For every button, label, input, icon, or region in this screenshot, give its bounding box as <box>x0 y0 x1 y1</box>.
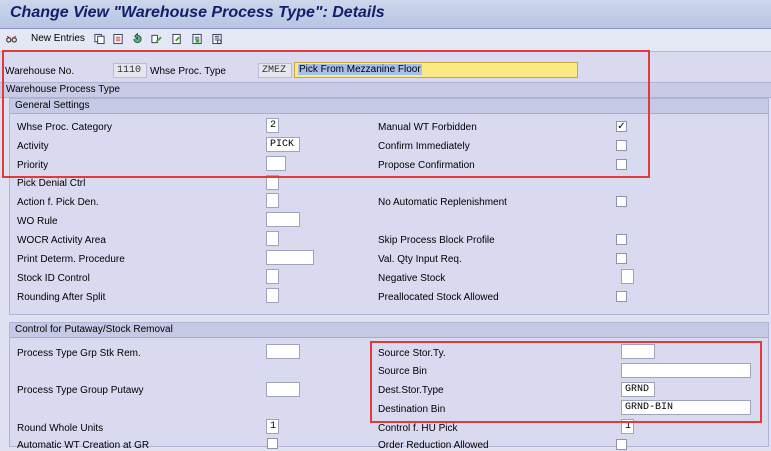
prev-entry-icon <box>172 33 181 45</box>
delete-icon <box>113 33 123 45</box>
wo-rule-label: WO Rule <box>17 216 58 227</box>
action-pick-den-field[interactable] <box>266 193 279 208</box>
auto-wt-checkbox[interactable] <box>267 438 278 449</box>
round-whole-label: Round Whole Units <box>17 423 104 434</box>
order-red-checkbox[interactable] <box>616 439 627 450</box>
order-red-label: Order Reduction Allowed <box>378 440 489 451</box>
stock-id-label: Stock ID Control <box>17 273 90 284</box>
stock-id-field[interactable] <box>266 269 279 284</box>
print-field[interactable] <box>266 250 314 265</box>
detail-icon <box>212 33 222 45</box>
transport-button[interactable] <box>151 33 162 45</box>
copy-button[interactable] <box>94 33 105 45</box>
grp-stk-rem-label: Process Type Grp Stk Rem. <box>17 348 141 359</box>
val-qty-checkbox[interactable] <box>616 253 627 264</box>
round-whole-field[interactable]: 1 <box>266 419 279 434</box>
new-entries-button[interactable]: New Entries <box>31 33 85 44</box>
page-title: Change View "Warehouse Process Type": De… <box>10 4 385 21</box>
highlight-box-header <box>2 50 650 178</box>
control-title: Control for Putaway/Stock Removal <box>15 324 173 335</box>
prev-entry-button[interactable] <box>172 33 183 45</box>
pick-denial-label: Pick Denial Ctrl <box>17 178 86 189</box>
wo-rule-field[interactable] <box>266 212 300 227</box>
val-qty-label: Val. Qty Input Req. <box>378 254 462 265</box>
application-toolbar: New Entries <box>0 29 771 52</box>
grp-putaway-label: Process Type Group Putawy <box>17 385 144 396</box>
new-entries-label: New Entries <box>31 33 85 44</box>
skip-block-label: Skip Process Block Profile <box>378 235 495 246</box>
undo-icon <box>133 33 142 44</box>
action-pick-den-label: Action f. Pick Den. <box>17 197 99 208</box>
control-header: Control for Putaway/Stock Removal <box>10 323 768 338</box>
negative-stock-field[interactable] <box>621 269 634 284</box>
wocr-field[interactable] <box>266 231 279 246</box>
negative-stock-label: Negative Stock <box>378 273 446 284</box>
display-change-button[interactable] <box>6 33 17 45</box>
no-auto-repl-checkbox[interactable] <box>616 196 627 207</box>
next-entry-button[interactable] <box>192 33 203 45</box>
grp-stk-rem-field[interactable] <box>266 344 300 359</box>
title-bar: Change View "Warehouse Process Type": De… <box>0 0 771 29</box>
next-entry-icon <box>192 33 202 45</box>
rounding-label: Rounding After Split <box>17 292 106 303</box>
transport-icon <box>151 34 162 44</box>
copy-icon <box>94 33 105 45</box>
prealloc-checkbox[interactable] <box>616 291 627 302</box>
grp-putaway-field[interactable] <box>266 382 300 397</box>
skip-block-checkbox[interactable] <box>616 234 627 245</box>
auto-wt-label: Automatic WT Creation at GR <box>17 440 150 451</box>
wocr-label: WOCR Activity Area <box>17 235 106 246</box>
delete-button[interactable] <box>113 33 124 45</box>
detail-button[interactable] <box>212 33 223 45</box>
glasses-icon <box>6 35 17 43</box>
prealloc-label: Preallocated Stock Allowed <box>378 292 499 303</box>
undo-button[interactable] <box>132 33 143 45</box>
hu-pick-label: Control f. HU Pick <box>378 423 458 434</box>
no-auto-repl-label: No Automatic Replenishment <box>378 197 507 208</box>
highlight-box-destination <box>370 341 762 423</box>
print-label: Print Determ. Procedure <box>17 254 125 265</box>
rounding-field[interactable] <box>266 288 279 303</box>
